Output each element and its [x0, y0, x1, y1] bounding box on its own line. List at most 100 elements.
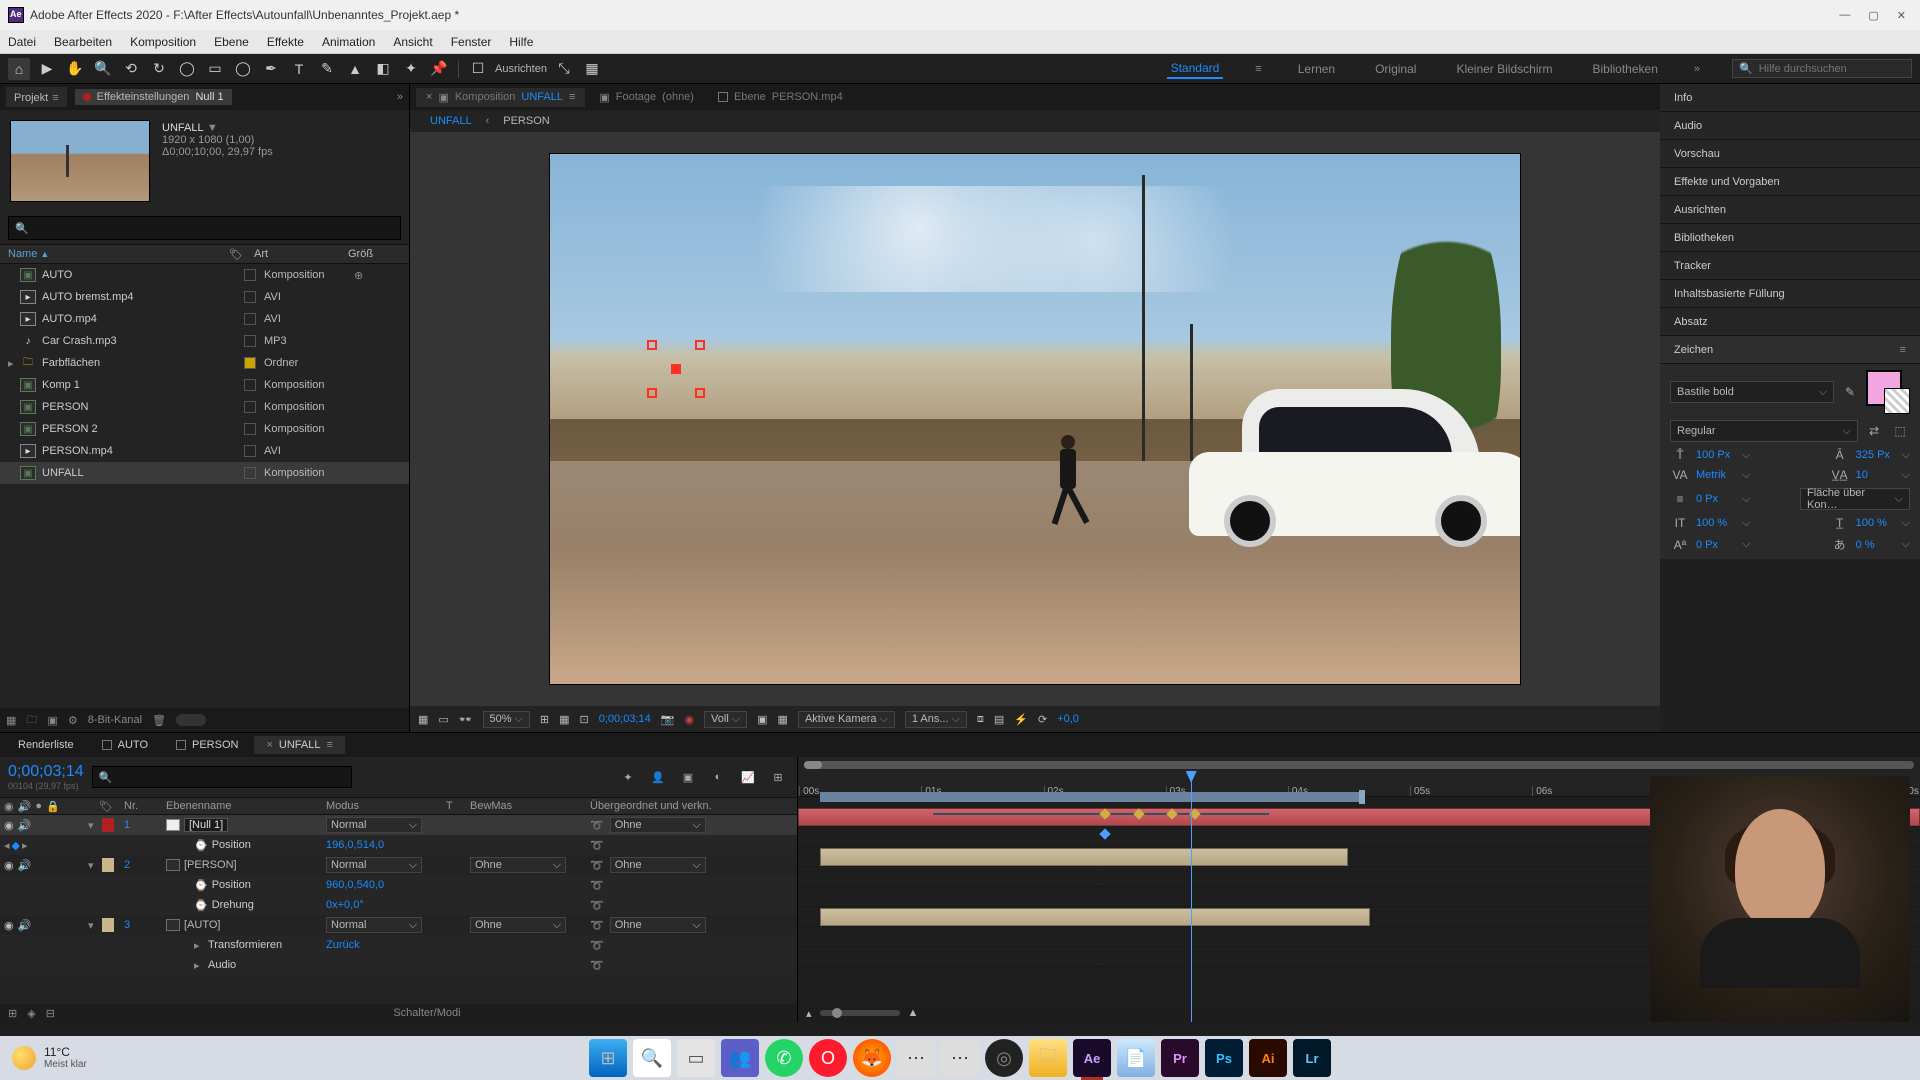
parent-pickwhip-icon[interactable]: ➰: [590, 880, 604, 892]
panel-audio[interactable]: Audio: [1660, 112, 1920, 140]
parent-pickwhip-icon[interactable]: ➰: [590, 960, 604, 972]
leading-value[interactable]: 325 Px: [1856, 449, 1896, 461]
project-item[interactable]: ▸PERSON.mp4AVI: [0, 440, 409, 462]
menu-effekte[interactable]: Effekte: [267, 35, 304, 49]
taskbar-opera-icon[interactable]: O: [809, 1039, 847, 1077]
workspace-standard[interactable]: Standard: [1167, 59, 1224, 79]
taskbar-ai-icon[interactable]: Ai: [1249, 1039, 1287, 1077]
eraser-tool-icon[interactable]: ◧: [372, 58, 394, 80]
project-item[interactable]: ▣AUTOKomposition⊕: [0, 264, 409, 286]
parent-pickwhip-icon[interactable]: ➰: [590, 940, 604, 952]
tl-switches-label[interactable]: Schalter/Modi: [65, 1007, 789, 1019]
home-tool-icon[interactable]: ⌂: [8, 58, 30, 80]
close-button[interactable]: ✕: [1897, 9, 1906, 22]
property-value[interactable]: 0x+0,0°: [326, 899, 446, 911]
minimize-button[interactable]: —: [1839, 9, 1850, 22]
comp-thumbnail[interactable]: [10, 120, 150, 202]
panel-vorschau[interactable]: Vorschau: [1660, 140, 1920, 168]
camera-dropdown[interactable]: Aktive Kamera⌵: [798, 711, 895, 728]
layer-bar-person[interactable]: [820, 848, 1347, 866]
prev-keyframe-icon[interactable]: ◂: [4, 839, 10, 852]
selection-tool-icon[interactable]: ▶: [36, 58, 58, 80]
layer-twisty-icon[interactable]: ▾: [88, 859, 98, 872]
zoom-out-icon[interactable]: ▴: [806, 1007, 812, 1020]
stroke-value[interactable]: 0 Px: [1696, 493, 1736, 505]
project-item[interactable]: ▣UNFALLKomposition: [0, 462, 409, 484]
orbit-tool-icon[interactable]: ⟲: [120, 58, 142, 80]
tl-brain-icon[interactable]: ⊞: [767, 766, 789, 788]
audio-toggle-icon[interactable]: 🔊: [18, 819, 32, 832]
parent-pickwhip-icon[interactable]: ➰: [590, 859, 604, 872]
taskbar-lr-icon[interactable]: Lr: [1293, 1039, 1331, 1077]
timeline-tab-auto[interactable]: AUTO: [90, 736, 160, 754]
mask-icon[interactable]: 👓: [459, 713, 473, 726]
tl-shy-icon[interactable]: 👤: [647, 766, 669, 788]
fast-preview-icon[interactable]: ⚡: [1014, 713, 1028, 726]
baseline-value[interactable]: 0 Px: [1696, 539, 1736, 551]
timeline-tab-person[interactable]: PERSON: [164, 736, 250, 754]
layer-name-input[interactable]: [Null 1]: [184, 818, 228, 832]
ellipse-tool-icon[interactable]: ◯: [232, 58, 254, 80]
kerning-value[interactable]: Metrik: [1696, 469, 1736, 481]
blend-mode-dropdown[interactable]: Normal⌵: [326, 857, 422, 873]
work-area[interactable]: [820, 792, 1359, 802]
refresh-icon[interactable]: ⟳: [1038, 713, 1047, 726]
help-search[interactable]: 🔍: [1732, 59, 1912, 78]
tracker-box[interactable]: [647, 340, 705, 398]
font-family-dropdown[interactable]: Bastile bold⌵: [1670, 381, 1834, 403]
effect-settings-tab[interactable]: Effekteinstellungen Null 1: [75, 89, 232, 105]
grid-icon[interactable]: ▦: [559, 713, 569, 726]
project-item[interactable]: ▣PERSON 2Komposition: [0, 418, 409, 440]
panel-tracker[interactable]: Tracker: [1660, 252, 1920, 280]
taskbar-search-icon[interactable]: 🔍: [633, 1039, 671, 1077]
project-item[interactable]: ▣Komp 1Komposition: [0, 374, 409, 396]
workspace-kleiner[interactable]: Kleiner Bildschirm: [1452, 60, 1556, 78]
color-tag[interactable]: [244, 357, 256, 369]
timeline-layer[interactable]: ◉🔊▾1[Null 1]Normal⌵➰Ohne⌵: [0, 815, 797, 835]
timeline-search[interactable]: 🔍: [92, 766, 352, 788]
layer-twisty-icon[interactable]: ▾: [88, 819, 98, 832]
stopwatch-icon[interactable]: ⌚: [194, 899, 208, 912]
viewer-timecode[interactable]: 0;00;03;14: [599, 713, 651, 725]
col-art[interactable]: Art: [254, 248, 344, 260]
blend-mode-dropdown[interactable]: Normal⌵: [326, 817, 422, 833]
taskbar-obs-icon[interactable]: ◎: [985, 1039, 1023, 1077]
col-modus[interactable]: Modus: [326, 800, 446, 812]
blend-mode-dropdown[interactable]: Normal⌵: [326, 917, 422, 933]
ruler-tick[interactable]: 00s: [799, 786, 819, 796]
taskbar-gen-icon[interactable]: ⋯: [897, 1039, 935, 1077]
ruler-tick[interactable]: 05s: [1410, 786, 1430, 796]
swap-colors-icon[interactable]: ⇄: [1864, 424, 1884, 438]
workspace-lernen[interactable]: Lernen: [1294, 60, 1339, 78]
color-tag[interactable]: [244, 445, 256, 457]
trash-icon[interactable]: 🗑: [152, 714, 166, 727]
layer-color-tag[interactable]: [102, 918, 114, 932]
project-item[interactable]: ▣PERSONKomposition: [0, 396, 409, 418]
snap-options-icon[interactable]: ⤡: [553, 58, 575, 80]
taskbar-np-icon[interactable]: 📄: [1117, 1039, 1155, 1077]
timeline-tab-unfall[interactable]: ×UNFALL ≡: [254, 736, 344, 754]
color-tag[interactable]: [244, 401, 256, 413]
layer-property[interactable]: ▸ TransformierenZurück➰: [0, 935, 797, 955]
project-item[interactable]: ▸AUTO.mp4AVI: [0, 308, 409, 330]
keyframe[interactable]: [1099, 828, 1110, 839]
timeline-tab-renderliste[interactable]: Renderliste: [6, 736, 86, 754]
col-parent[interactable]: Übergeordnet und verkn.: [590, 800, 797, 812]
color-tag[interactable]: [244, 335, 256, 347]
fill-color-swatch[interactable]: [1866, 370, 1910, 414]
renderer-icon[interactable]: ▤: [994, 713, 1004, 726]
taskbar-teams-icon[interactable]: 👥: [721, 1039, 759, 1077]
stopwatch-icon[interactable]: ⌚: [194, 839, 208, 852]
taskbar-win-icon[interactable]: ⊞: [589, 1039, 627, 1077]
roi-icon[interactable]: ▣: [757, 713, 767, 726]
settings-icon[interactable]: ⚙: [68, 714, 78, 727]
panel-zeichen[interactable]: Zeichen≡: [1660, 336, 1920, 364]
menu-fenster[interactable]: Fenster: [451, 35, 492, 49]
menu-komposition[interactable]: Komposition: [130, 35, 196, 49]
taskbar-folder-icon[interactable]: 🗀: [1029, 1039, 1067, 1077]
ruler-tick[interactable]: 06s: [1532, 786, 1552, 796]
zoom-dropdown[interactable]: 50%⌵: [483, 711, 530, 728]
parent-dropdown[interactable]: Ohne⌵: [610, 817, 706, 833]
project-tab[interactable]: Projekt≡: [6, 87, 67, 107]
tracking-value[interactable]: 10: [1856, 469, 1896, 481]
